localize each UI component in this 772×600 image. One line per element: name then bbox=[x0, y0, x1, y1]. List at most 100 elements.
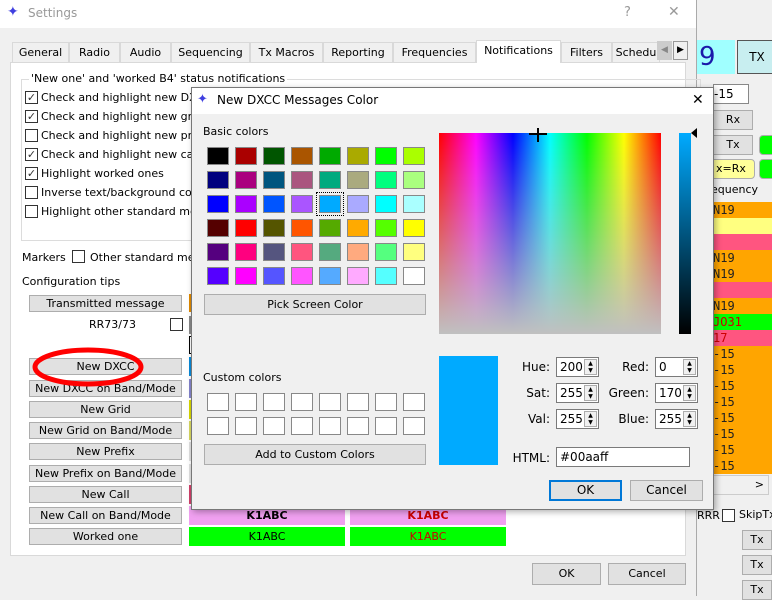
custom-color-swatch[interactable] bbox=[207, 417, 229, 435]
basic-color-swatch[interactable] bbox=[375, 147, 397, 165]
basic-color-swatch[interactable] bbox=[375, 219, 397, 237]
rx-button[interactable]: Rx bbox=[713, 110, 753, 130]
tab-radio[interactable]: Radio bbox=[69, 42, 120, 62]
decode-row[interactable]: -15 bbox=[713, 378, 772, 394]
custom-color-swatch[interactable] bbox=[403, 417, 425, 435]
basic-color-swatch[interactable] bbox=[235, 243, 257, 261]
checkbox-3[interactable]: ✓ bbox=[25, 148, 38, 161]
basic-color-swatch[interactable] bbox=[347, 171, 369, 189]
value-slider-arrow-icon[interactable] bbox=[691, 128, 697, 138]
basic-color-swatch[interactable] bbox=[347, 219, 369, 237]
basic-color-swatch[interactable] bbox=[375, 267, 397, 285]
hue-saturation-spectrum[interactable] bbox=[439, 133, 661, 334]
custom-color-swatch[interactable] bbox=[319, 417, 341, 435]
decode-row[interactable]: N19 bbox=[713, 202, 772, 218]
basic-color-swatch[interactable] bbox=[316, 192, 344, 216]
checkbox-1[interactable]: ✓ bbox=[25, 110, 38, 123]
basic-color-swatch[interactable] bbox=[375, 171, 397, 189]
decode-row[interactable]: -15 bbox=[713, 458, 772, 474]
custom-color-swatch[interactable] bbox=[403, 393, 425, 411]
tab-schedu[interactable]: Schedu bbox=[612, 42, 660, 62]
config-button-new-call[interactable]: New Call bbox=[29, 486, 182, 503]
basic-color-swatch[interactable] bbox=[207, 243, 229, 261]
tx-slot-1[interactable]: Tx bbox=[742, 530, 772, 550]
basic-color-swatch[interactable] bbox=[291, 243, 313, 261]
rr73-checkbox[interactable] bbox=[170, 318, 183, 331]
basic-color-swatch[interactable] bbox=[347, 243, 369, 261]
basic-color-swatch[interactable] bbox=[263, 147, 285, 165]
color-swatch-foreground[interactable]: K1ABC bbox=[189, 527, 345, 546]
checkbox-6[interactable] bbox=[25, 205, 38, 218]
tab-sequencing[interactable]: Sequencing bbox=[171, 42, 250, 62]
dialog-cancel-button[interactable]: Cancel bbox=[630, 480, 703, 501]
basic-color-swatch[interactable] bbox=[291, 147, 313, 165]
dialog-close-icon[interactable]: ✕ bbox=[692, 92, 704, 108]
config-button-new-prefix[interactable]: New Prefix bbox=[29, 443, 182, 460]
custom-color-swatch[interactable] bbox=[375, 393, 397, 411]
basic-color-swatch[interactable] bbox=[291, 171, 313, 189]
basic-color-swatch[interactable] bbox=[263, 219, 285, 237]
basic-color-swatch[interactable] bbox=[235, 171, 257, 189]
help-button[interactable]: ? bbox=[624, 5, 631, 20]
value-slider[interactable] bbox=[679, 133, 691, 334]
custom-color-swatch[interactable] bbox=[291, 417, 313, 435]
basic-color-swatch[interactable] bbox=[291, 195, 313, 213]
decode-row[interactable]: N19 bbox=[713, 266, 772, 282]
ok-button[interactable]: OK bbox=[532, 563, 601, 585]
basic-color-swatch[interactable] bbox=[207, 171, 229, 189]
config-button-new-prefix-on-band-mode[interactable]: New Prefix on Band/Mode bbox=[29, 465, 182, 482]
tab-audio[interactable]: Audio bbox=[120, 42, 171, 62]
custom-color-swatch[interactable] bbox=[235, 393, 257, 411]
tab-frequencies[interactable]: Frequencies bbox=[393, 42, 476, 62]
decode-row[interactable]: JO31 bbox=[713, 314, 772, 330]
custom-color-swatch[interactable] bbox=[207, 393, 229, 411]
custom-color-swatch[interactable] bbox=[347, 393, 369, 411]
decode-row[interactable]: -15 bbox=[713, 410, 772, 426]
decode-row[interactable] bbox=[713, 234, 772, 250]
crosshair-icon[interactable] bbox=[529, 128, 547, 142]
config-button-new-call-on-band-mode[interactable]: New Call on Band/Mode bbox=[29, 507, 182, 524]
green-spinbox[interactable]: 170 ▲ ▼ bbox=[655, 383, 698, 403]
basic-color-swatch[interactable] bbox=[263, 243, 285, 261]
basic-color-swatch[interactable] bbox=[403, 171, 425, 189]
checkbox-5[interactable] bbox=[25, 186, 38, 199]
basic-color-swatch[interactable] bbox=[235, 219, 257, 237]
basic-color-swatch[interactable] bbox=[291, 267, 313, 285]
custom-color-swatch[interactable] bbox=[291, 393, 313, 411]
custom-color-swatch[interactable] bbox=[347, 417, 369, 435]
decode-row[interactable]: -15 bbox=[713, 346, 772, 362]
cancel-button[interactable]: Cancel bbox=[608, 563, 686, 585]
basic-color-swatch[interactable] bbox=[319, 147, 341, 165]
html-input[interactable]: #00aaff bbox=[556, 447, 690, 467]
hue-spinbox[interactable]: 200 ▲ ▼ bbox=[556, 357, 599, 377]
config-button-new-grid-on-band-mode[interactable]: New Grid on Band/Mode bbox=[29, 422, 182, 439]
val-spinbox[interactable]: 255 ▲ ▼ bbox=[556, 409, 599, 429]
decode-row[interactable]: -15 bbox=[713, 394, 772, 410]
tx-button[interactable]: Tx bbox=[713, 135, 753, 155]
blue-spinbox[interactable]: 255 ▲ ▼ bbox=[655, 409, 698, 429]
custom-color-swatch[interactable] bbox=[319, 393, 341, 411]
basic-color-swatch[interactable] bbox=[403, 267, 425, 285]
config-button-new-grid[interactable]: New Grid bbox=[29, 401, 182, 418]
color-swatch-background[interactable]: K1ABC bbox=[350, 527, 506, 546]
tab-reporting[interactable]: Reporting bbox=[323, 42, 393, 62]
basic-color-swatch[interactable] bbox=[235, 195, 257, 213]
markers-checkbox[interactable] bbox=[72, 250, 85, 263]
basic-color-swatch[interactable] bbox=[319, 243, 341, 261]
sat-spinbox[interactable]: 255 ▲ ▼ bbox=[556, 383, 599, 403]
basic-color-swatch[interactable] bbox=[319, 219, 341, 237]
basic-color-swatch[interactable] bbox=[263, 267, 285, 285]
basic-color-swatch[interactable] bbox=[207, 267, 229, 285]
decode-row[interactable] bbox=[713, 282, 772, 298]
checkbox-0[interactable]: ✓ bbox=[25, 91, 38, 104]
red-spinbox[interactable]: 0 ▲ ▼ bbox=[655, 357, 698, 377]
dialog-ok-button[interactable]: OK bbox=[549, 480, 622, 501]
basic-color-swatch[interactable] bbox=[207, 147, 229, 165]
decode-row[interactable]: 17 bbox=[713, 330, 772, 346]
basic-color-swatch[interactable] bbox=[263, 195, 285, 213]
tab-filters[interactable]: Filters bbox=[561, 42, 612, 62]
basic-color-swatch[interactable] bbox=[235, 147, 257, 165]
decode-row[interactable]: -15 bbox=[713, 362, 772, 378]
transmitted-message-button[interactable]: Transmitted message bbox=[29, 295, 182, 312]
decode-row[interactable]: N19 bbox=[713, 298, 772, 314]
